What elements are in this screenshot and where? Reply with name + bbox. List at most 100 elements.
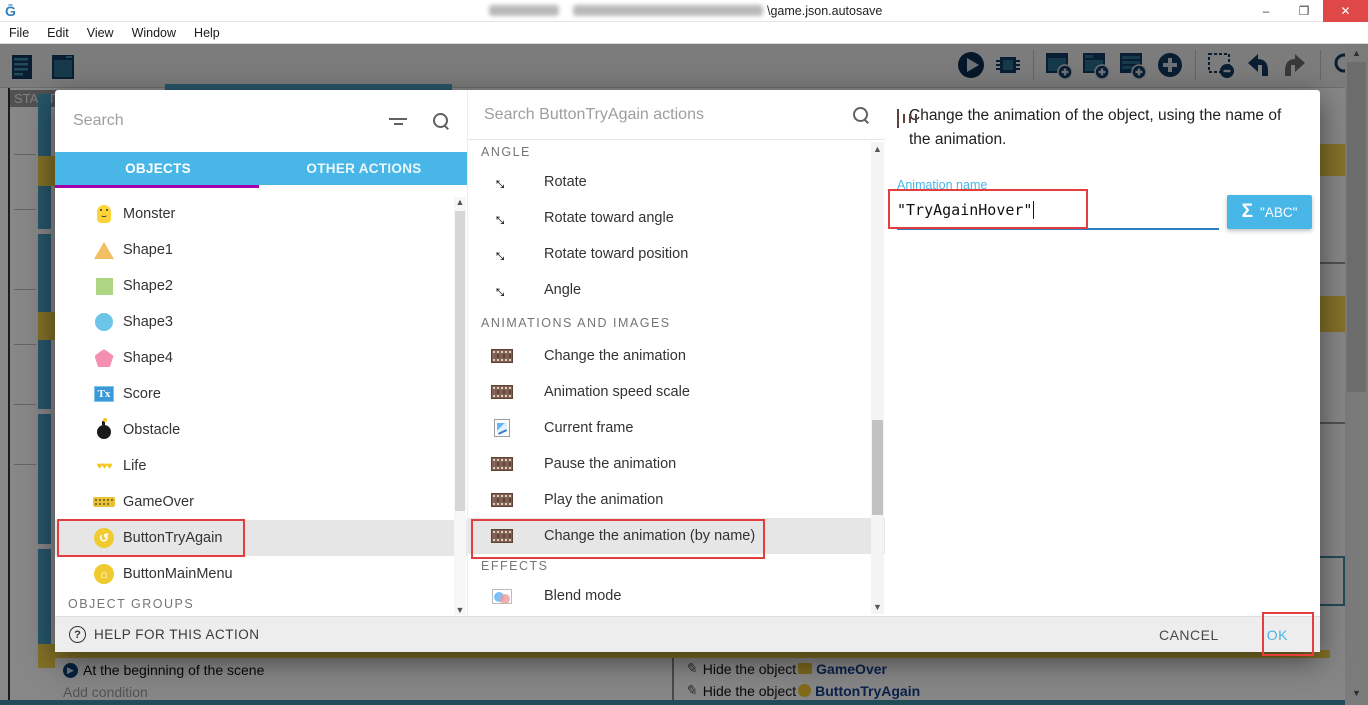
monster-icon — [93, 203, 115, 225]
object-row-buttonmainmenu[interactable]: ⌂ ButtonMainMenu — [55, 556, 467, 592]
action-label: Play the animation — [544, 492, 663, 508]
action-label: Pause the animation — [544, 456, 676, 472]
tab-other-actions[interactable]: OTHER ACTIONS — [261, 152, 467, 185]
filter-icon[interactable] — [389, 115, 407, 128]
object-row-obstacle[interactable]: Obstacle — [55, 412, 467, 448]
section-angle: ANGLE — [468, 140, 885, 164]
action-detail-panel: Change the animation of the object, usin… — [885, 90, 1320, 616]
menu-file[interactable]: File — [0, 22, 38, 44]
objects-panel: Search OBJECTS OTHER ACTIONS Monster Sha… — [55, 90, 467, 616]
menu-view[interactable]: View — [78, 22, 123, 44]
action-label: Change the animation — [544, 348, 686, 364]
actions-list: ANGLE ↔ Rotate ↔ Rotate toward angle ↔ R… — [468, 140, 885, 614]
home-button-icon: ⌂ — [93, 563, 115, 585]
text-caret — [1033, 201, 1034, 219]
action-row-animation-speed[interactable]: Animation speed scale — [468, 374, 885, 410]
objects-tabs: OBJECTS OTHER ACTIONS — [55, 152, 467, 185]
rotate-icon: ↔ — [490, 243, 514, 265]
film-icon — [490, 381, 514, 403]
film-icon — [490, 345, 514, 367]
window-controls: – ❐ ✕ — [1247, 0, 1368, 22]
close-button[interactable]: ✕ — [1323, 0, 1368, 22]
object-row-shape4[interactable]: Shape4 — [55, 340, 467, 376]
rotate-icon: ↔ — [490, 279, 514, 301]
square-icon — [93, 275, 115, 297]
scroll-up-icon[interactable]: ▲ — [871, 144, 884, 154]
animation-name-input[interactable]: "TryAgainHover" — [897, 193, 1220, 226]
menu-help[interactable]: Help — [185, 22, 229, 44]
menu-window[interactable]: Window — [123, 22, 185, 44]
action-label: Current frame — [544, 420, 633, 436]
title-redacted-2 — [573, 5, 763, 16]
action-row-angle[interactable]: ↔ Angle — [468, 272, 885, 308]
restore-button[interactable]: ❐ — [1285, 0, 1323, 22]
objects-scrollbar[interactable]: ▲ ▼ — [454, 197, 466, 615]
help-link[interactable]: ? HELP FOR THIS ACTION — [55, 626, 260, 643]
film-icon — [490, 489, 514, 511]
menu-bar: File Edit View Window Help — [0, 22, 1368, 44]
minimize-button[interactable]: – — [1247, 0, 1285, 22]
object-label: Monster — [123, 206, 175, 222]
scrollbar-thumb[interactable] — [872, 420, 883, 515]
action-row-rotate-toward-angle[interactable]: ↔ Rotate toward angle — [468, 200, 885, 236]
gameover-icon — [93, 491, 115, 513]
actions-search-placeholder: Search ButtonTryAgain actions — [484, 106, 853, 124]
object-row-gameover[interactable]: GameOver — [55, 484, 467, 520]
action-label: Rotate — [544, 174, 587, 190]
object-row-shape1[interactable]: Shape1 — [55, 232, 467, 268]
scrollbar-thumb[interactable] — [455, 211, 465, 511]
action-label: Change the animation (by name) — [544, 528, 755, 544]
search-icon[interactable] — [433, 113, 449, 129]
action-row-blend-mode[interactable]: Blend mode — [468, 578, 885, 614]
ok-button[interactable]: OK — [1257, 621, 1298, 649]
object-row-life[interactable]: ♥♥♥ Life — [55, 448, 467, 484]
objects-search[interactable]: Search — [55, 90, 467, 152]
menu-edit[interactable]: Edit — [38, 22, 78, 44]
object-row-score[interactable]: Tx Score — [55, 376, 467, 412]
rotate-icon: ↔ — [490, 207, 514, 229]
object-label: Score — [123, 386, 161, 402]
hearts-icon: ♥♥♥ — [93, 455, 115, 477]
object-label: Shape1 — [123, 242, 173, 258]
object-label: Life — [123, 458, 146, 474]
search-icon[interactable] — [853, 107, 869, 123]
retry-button-icon: ↺ — [93, 527, 115, 549]
action-row-change-animation-by-name[interactable]: Change the animation (by name) — [468, 518, 885, 554]
action-row-rotate[interactable]: ↔ Rotate — [468, 164, 885, 200]
object-row-shape3[interactable]: Shape3 — [55, 304, 467, 340]
objects-search-placeholder: Search — [73, 112, 389, 130]
tab-objects[interactable]: OBJECTS — [55, 152, 261, 185]
pentagon-icon — [93, 347, 115, 369]
object-row-shape2[interactable]: Shape2 — [55, 268, 467, 304]
action-row-current-frame[interactable]: Current frame — [468, 410, 885, 446]
action-description-row: Change the animation of the object, usin… — [885, 90, 1320, 152]
instruction-editor-dialog: Search OBJECTS OTHER ACTIONS Monster Sha… — [55, 90, 1320, 652]
object-label: Shape2 — [123, 278, 173, 294]
scroll-down-icon[interactable]: ▼ — [871, 602, 884, 612]
actions-scrollbar[interactable]: ▲ ▼ — [871, 142, 884, 614]
animation-name-value: "TryAgainHover" — [897, 201, 1032, 219]
cancel-button[interactable]: CANCEL — [1149, 621, 1229, 649]
expression-editor-button[interactable]: Σ "ABC" — [1227, 195, 1312, 229]
film-icon — [897, 110, 899, 152]
action-row-change-animation[interactable]: Change the animation — [468, 338, 885, 374]
scroll-up-icon[interactable]: ▲ — [454, 197, 466, 207]
title-redacted-1 — [489, 5, 559, 16]
scroll-down-icon[interactable]: ▼ — [454, 605, 466, 615]
action-label: Animation speed scale — [544, 384, 690, 400]
expression-abc-label: "ABC" — [1260, 205, 1297, 220]
frame-document-icon — [490, 417, 514, 439]
dialog-footer: ? HELP FOR THIS ACTION CANCEL OK — [55, 616, 1320, 652]
section-animations: ANIMATIONS AND IMAGES — [468, 308, 885, 338]
circle-icon — [93, 311, 115, 333]
blend-mode-icon — [490, 585, 514, 607]
object-label: ButtonMainMenu — [123, 566, 233, 582]
object-row-buttontryagain[interactable]: ↺ ButtonTryAgain — [55, 520, 467, 556]
actions-search[interactable]: Search ButtonTryAgain actions — [468, 90, 885, 140]
action-row-pause-animation[interactable]: Pause the animation — [468, 446, 885, 482]
action-label: Angle — [544, 282, 581, 298]
text-object-icon: Tx — [93, 383, 115, 405]
action-row-play-animation[interactable]: Play the animation — [468, 482, 885, 518]
action-row-rotate-toward-position[interactable]: ↔ Rotate toward position — [468, 236, 885, 272]
object-row-monster[interactable]: Monster — [55, 196, 467, 232]
